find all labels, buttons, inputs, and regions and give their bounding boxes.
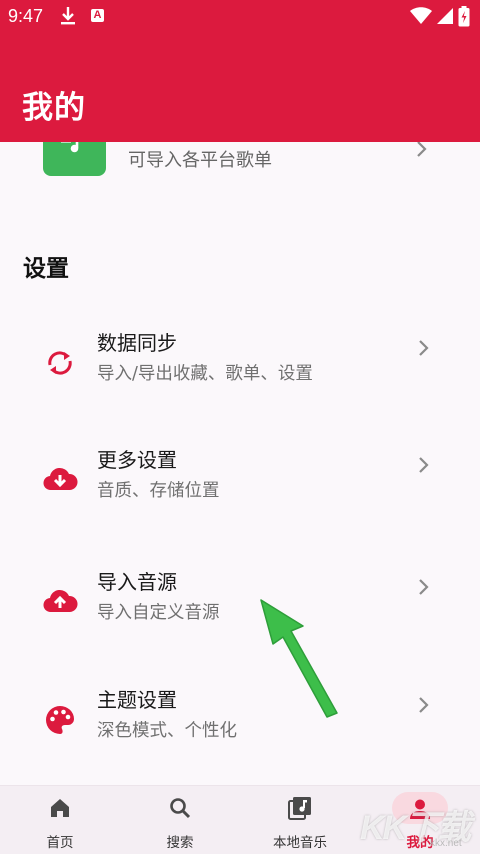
chevron-right-icon — [415, 140, 427, 162]
app-bar: 9:47 A 我的 — [0, 0, 480, 142]
status-bar: 9:47 A — [0, 0, 480, 36]
settings-item-title: 主题设置 — [97, 688, 177, 712]
cloud-upload-icon — [40, 582, 80, 622]
battery-icon — [458, 6, 470, 32]
settings-item-subtitle: 音质、存储位置 — [97, 481, 220, 501]
watermark-sub: kkx.net — [430, 838, 462, 849]
music-library-icon — [288, 796, 312, 820]
page-title: 我的 — [22, 90, 86, 126]
cloud-download-icon — [40, 460, 80, 500]
wifi-icon — [410, 7, 432, 30]
settings-item-subtitle: 深色模式、个性化 — [97, 721, 237, 741]
settings-item-theme[interactable]: 主题设置 深色模式、个性化 — [0, 684, 480, 774]
download-icon — [60, 6, 76, 31]
sync-icon — [40, 343, 80, 383]
settings-item-subtitle: 导入/导出收藏、歌单、设置 — [97, 364, 313, 384]
nav-item-search[interactable]: 搜索 — [120, 786, 240, 854]
signal-icon — [436, 7, 454, 30]
palette-icon — [40, 700, 80, 740]
settings-item-title: 导入音源 — [97, 570, 177, 594]
settings-item-subtitle: 导入自定义音源 — [97, 603, 220, 623]
home-icon — [48, 796, 72, 820]
settings-item-data-sync[interactable]: 数据同步 导入/导出收藏、歌单、设置 — [0, 327, 480, 417]
chevron-right-icon — [417, 456, 429, 478]
status-time: 9:47 — [8, 6, 44, 26]
settings-item-more-settings[interactable]: 更多设置 音质、存储位置 — [0, 444, 480, 534]
nav-label: 本地音乐 — [273, 835, 327, 851]
settings-item-import-source[interactable]: 导入音源 导入自定义音源 — [0, 566, 480, 656]
nav-label: 首页 — [46, 835, 74, 851]
a-icon: A — [91, 9, 104, 22]
settings-item-title: 数据同步 — [97, 331, 177, 355]
import-playlist-subtitle: 可导入各平台歌单 — [128, 150, 272, 171]
arrow-icon — [255, 596, 345, 725]
chevron-right-icon — [417, 339, 429, 361]
chevron-right-icon — [417, 696, 429, 718]
search-icon — [168, 796, 192, 820]
chevron-right-icon — [417, 578, 429, 600]
nav-item-home[interactable]: 首页 — [0, 786, 120, 854]
import-playlist-row[interactable]: 可导入各平台歌单 — [0, 134, 480, 182]
nav-label: 搜索 — [166, 835, 194, 851]
nav-item-local-music[interactable]: 本地音乐 — [240, 786, 360, 854]
section-title-settings: 设置 — [23, 256, 69, 282]
settings-item-title: 更多设置 — [97, 448, 177, 472]
